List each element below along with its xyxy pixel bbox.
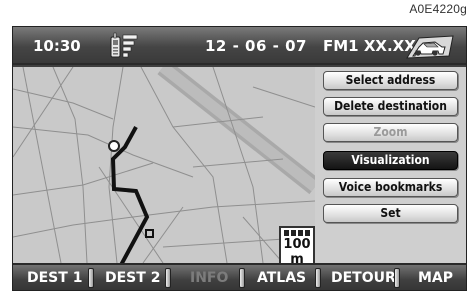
set-button[interactable]: Set — [323, 204, 458, 223]
radio-station: FM1 XX.XX — [323, 37, 416, 55]
separator — [394, 268, 400, 288]
clock-time: 10:30 — [33, 37, 81, 55]
options-menu: Select address Delete destination Zoom V… — [315, 67, 466, 263]
figure-code: A0E4220g — [409, 2, 467, 16]
detour-button[interactable]: DETOUR — [331, 270, 396, 286]
map-view[interactable]: 100 m — [13, 67, 315, 263]
separator — [165, 268, 171, 288]
map-button[interactable]: MAP — [418, 270, 453, 286]
speed-limit-value: 100 — [283, 237, 311, 252]
sign-pattern — [284, 230, 310, 236]
dest1-button[interactable]: DEST 1 — [27, 270, 82, 286]
zoom-button[interactable]: Zoom — [323, 123, 458, 142]
map-roads — [13, 67, 315, 263]
select-address-button[interactable]: Select address — [323, 71, 458, 90]
voice-bookmarks-button[interactable]: Voice bookmarks — [323, 178, 458, 197]
separator — [88, 268, 94, 288]
speed-limit-unit: m — [290, 252, 304, 263]
status-bar: 10:30 12 - 06 - 07 FM1 XX.XX — [13, 27, 466, 65]
atlas-button[interactable]: ATLAS — [257, 270, 306, 286]
phone-signal-icon — [110, 32, 138, 58]
separator — [239, 268, 245, 288]
dest2-button[interactable]: DEST 2 — [105, 270, 160, 286]
separator — [315, 268, 321, 288]
navigation-car-icon — [406, 35, 454, 59]
info-button[interactable]: INFO — [190, 270, 228, 286]
visualization-button[interactable]: Visualization — [323, 151, 458, 170]
bottom-function-bar: DEST 1 DEST 2 INFO ATLAS DETOUR MAP — [13, 263, 466, 290]
date: 12 - 06 - 07 — [205, 37, 307, 55]
delete-destination-button[interactable]: Delete destination — [323, 97, 458, 116]
speed-limit-sign: 100 m — [279, 226, 315, 263]
navigation-screen: 10:30 12 - 06 - 07 FM1 XX.XX 100 m Selec… — [12, 26, 467, 291]
